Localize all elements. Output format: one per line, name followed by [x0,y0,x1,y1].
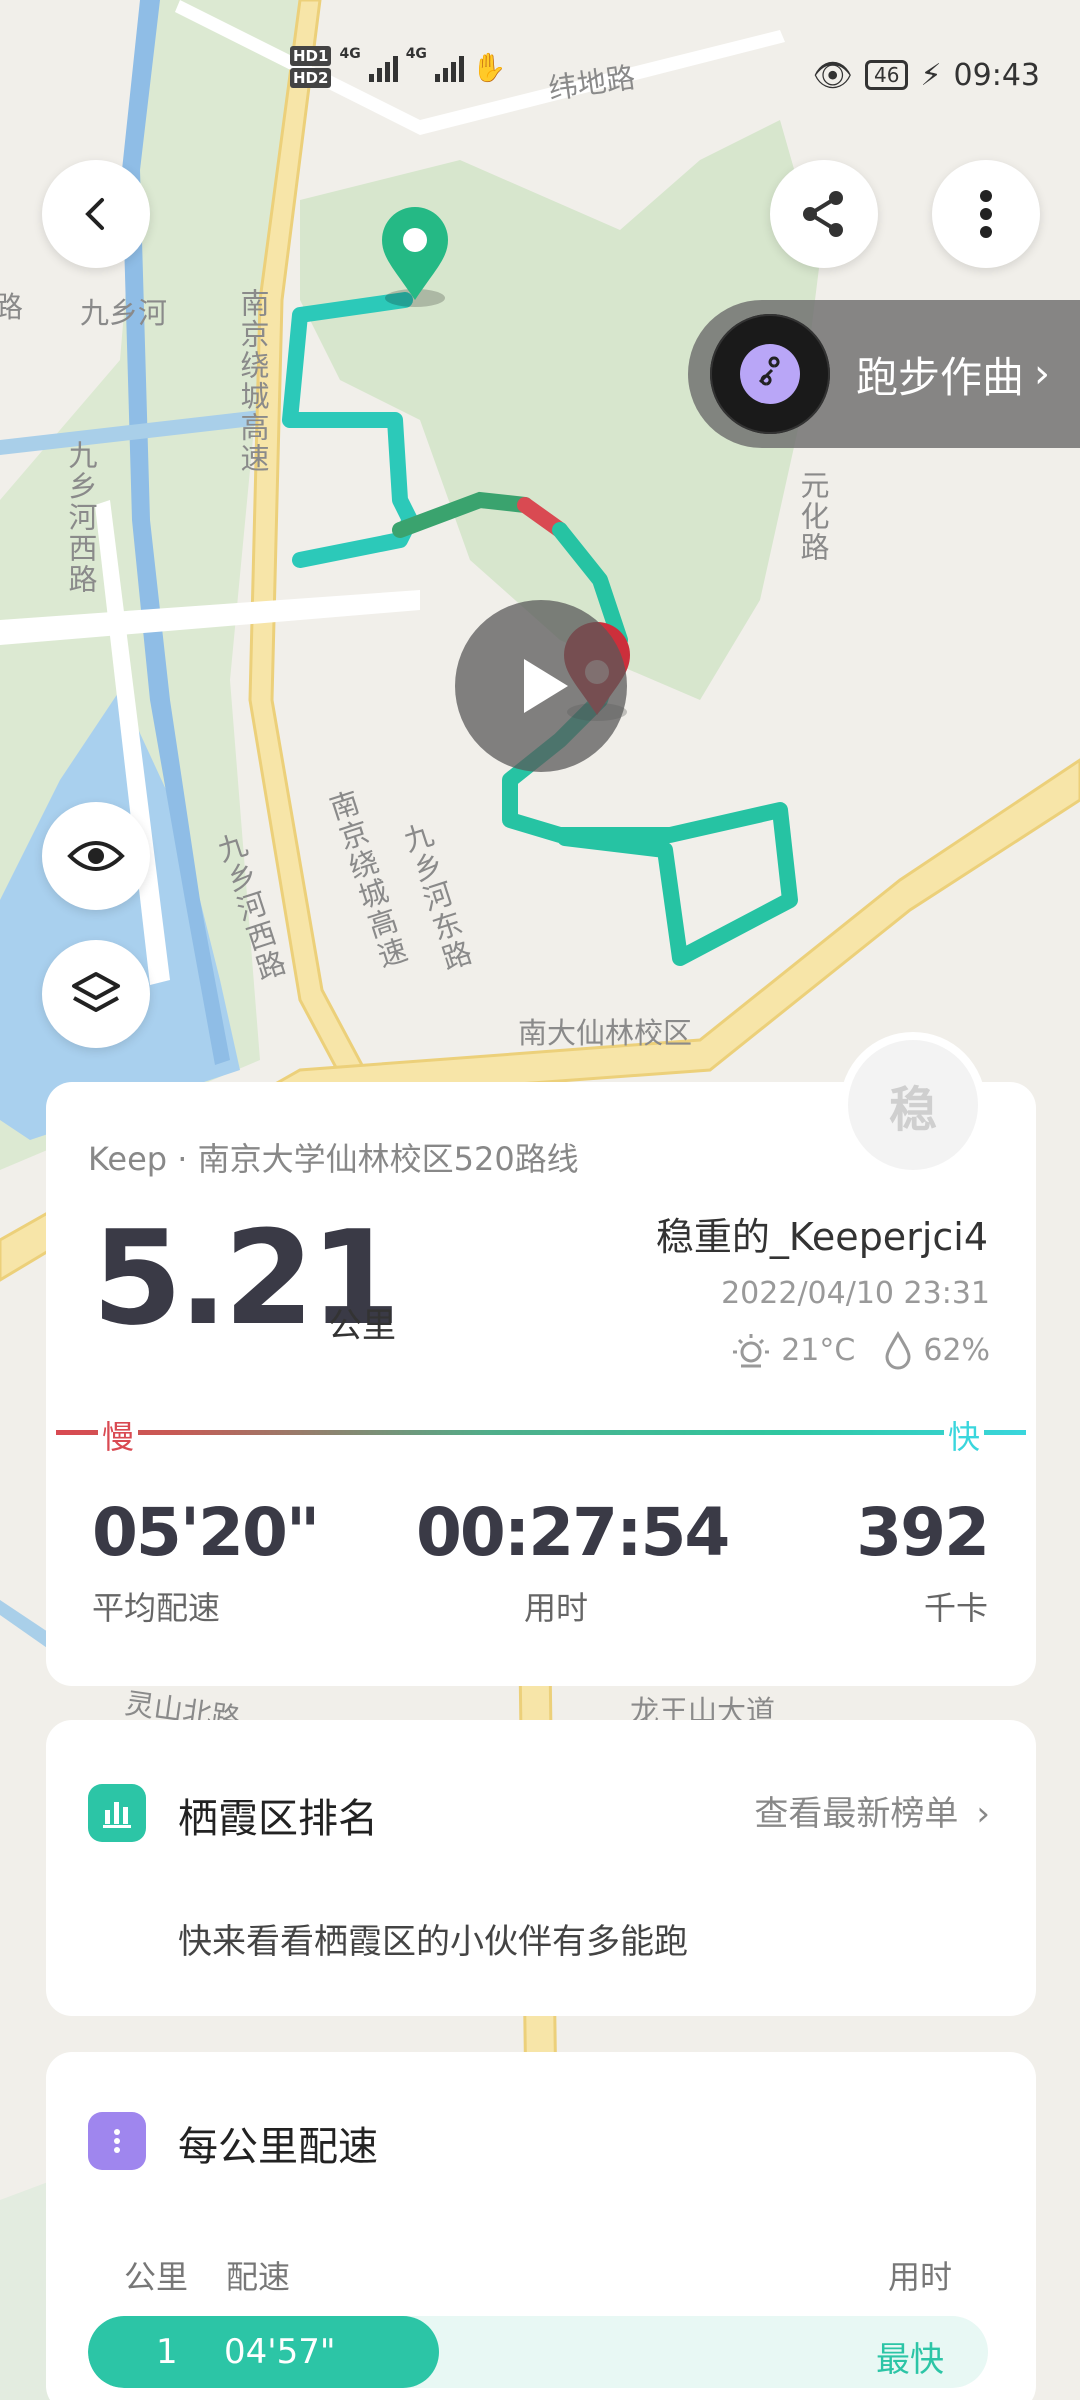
chevron-right-icon: › [1034,351,1051,397]
hd2-label: HD [293,69,319,87]
net2-label: 4G [405,46,427,62]
clock: 09:43 [953,57,1040,93]
more-menu-button[interactable] [932,160,1040,268]
temperature: 21°C [781,1332,856,1368]
status-bar: HD1 HD2 4G 4G ✋ 👁 46 ⚡ 09:43 [0,46,1080,106]
hd1-slot: 1 [318,47,329,65]
pace-row-km: 1 [156,2332,178,2372]
col-km-header: 公里 [124,2258,189,2296]
visibility-toggle-button[interactable] [42,802,150,910]
net1-label: 4G [339,46,361,62]
layers-icon [72,972,120,1012]
charging-icon: ⚡ [920,57,942,93]
running-music-button[interactable]: 跑步作曲 › [688,300,1080,448]
play-icon [524,659,568,713]
fastest-tag: 最快 [876,2340,944,2380]
slow-label: 慢 [98,1412,139,1458]
chevron-right-icon: › [976,1794,990,1834]
hd2-slot: 2 [318,69,329,87]
sun-icon [733,1334,770,1368]
chevron-left-icon [85,198,104,230]
username[interactable]: 稳重的_Keeperjci4 [656,1206,988,1261]
district-rank-card[interactable]: 栖霞区排名 查看最新榜单 › 快来看看栖霞区的小伙伴有多能跑 [46,1720,1036,2016]
more-vertical-icon [980,190,992,238]
music-compose-icon [740,344,800,404]
col-pace-header: 配速 [226,2258,291,2296]
map-label-jiuxiang-west-road-1: 九乡河西路 [64,440,98,595]
share-icon [803,191,843,237]
map-label-nanjing-ring-1: 南京绕城高速 [236,288,270,474]
duration-label: 用时 [523,1589,588,1627]
weather-info: 21°C 62% [731,1330,990,1370]
pace-row-value: 04'57" [224,2332,336,2372]
pace-row[interactable]: 1 04'57" 最快 [88,2316,988,2388]
bar-chart-icon [88,1784,146,1842]
map-label-yuanhua-road: 元化路 [796,470,830,563]
avg-pace-label: 平均配速 [92,1589,221,1627]
pace-list-icon [88,2112,146,2170]
view-leaderboard-link[interactable]: 查看最新榜单 › [754,1786,990,1835]
map-layers-button[interactable] [42,940,150,1048]
calories-value: 392 [856,1494,990,1571]
pace-title: 每公里配速 [178,2124,378,2170]
battery-icon: 46 [865,60,909,90]
share-button[interactable] [770,160,878,268]
music-disc-icon [710,314,830,434]
signal-icon [368,52,398,82]
eye-comfort-icon: 👁 [812,56,853,94]
back-button[interactable] [42,160,150,268]
map-label-campus: 南大仙林校区 [518,1016,693,1050]
pace-legend-bar: 慢 快 [56,1412,1026,1458]
stable-badge: 稳 [848,1040,978,1170]
humidity-icon [885,1331,911,1370]
map-label-left-edge: 路 [0,290,24,324]
eye-icon [67,841,125,871]
avg-pace-stat: 05'20" 平均配速 [92,1494,320,1629]
run-datetime: 2022/04/10 23:31 [721,1276,990,1311]
rank-title: 栖霞区排名 [178,1796,378,1842]
humidity: 62% [923,1332,990,1368]
pace-per-km-card: 每公里配速 公里 配速 用时 1 04'57" 最快 [46,2052,1036,2400]
hd1-label: HD [293,47,319,65]
pace-gradient [56,1430,1026,1435]
calories-stat: 392 千卡 [856,1494,990,1629]
duration-stat: 00:27:54 用时 [416,1494,730,1629]
run-summary-card: Keep · 南京大学仙林校区520路线 5.21 公里 稳重的_Keeperj… [46,1082,1036,1686]
col-time-header: 用时 [887,2258,952,2296]
view-leaderboard-label: 查看最新榜单 [754,1794,959,1834]
rank-description: 快来看看栖霞区的小伙伴有多能跑 [178,1922,688,1962]
duration-value: 00:27:54 [416,1494,730,1571]
running-music-label: 跑步作曲 [856,352,1025,402]
map-label-jiuxiang-river: 九乡河 [80,296,168,330]
hand-icon: ✋ [471,50,507,84]
calories-label: 千卡 [923,1589,988,1627]
battery-level: 46 [874,63,900,87]
route-name: Keep · 南京大学仙林校区520路线 [88,1140,579,1178]
distance-unit: 公里 [328,1306,396,1346]
signal-icon-2 [434,52,464,82]
avg-pace-value: 05'20" [92,1494,320,1571]
fast-label: 快 [943,1412,984,1458]
replay-button[interactable] [455,600,627,772]
